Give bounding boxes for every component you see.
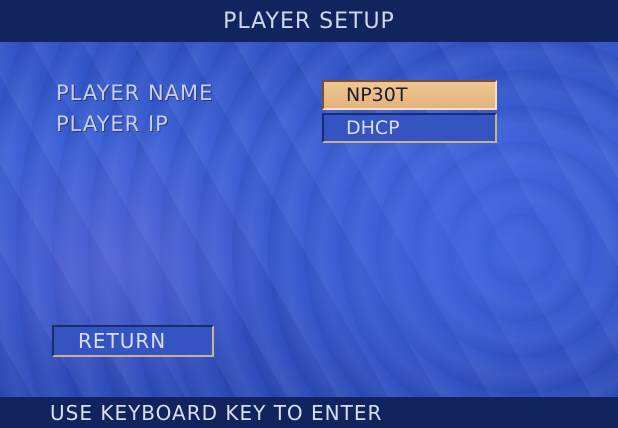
player-name-value: NP30T: [346, 84, 408, 106]
player-name-label: PLAYER NAME: [56, 81, 214, 105]
title-bar: PLAYER SETUP: [0, 0, 618, 42]
return-button[interactable]: RETURN: [52, 325, 214, 357]
page-title: PLAYER SETUP: [223, 8, 395, 34]
player-ip-field[interactable]: DHCP: [322, 113, 497, 143]
setup-screen: PLAYER SETUP PLAYER NAME NP30T PLAYER IP…: [0, 0, 618, 428]
footer-hint: USE KEYBOARD KEY TO ENTER: [50, 400, 383, 425]
footer-bar: USE KEYBOARD KEY TO ENTER: [0, 397, 618, 428]
player-name-field[interactable]: NP30T: [322, 80, 497, 110]
return-button-label: RETURN: [78, 329, 167, 353]
player-ip-value: DHCP: [346, 117, 400, 139]
player-ip-label: PLAYER IP: [56, 112, 169, 136]
